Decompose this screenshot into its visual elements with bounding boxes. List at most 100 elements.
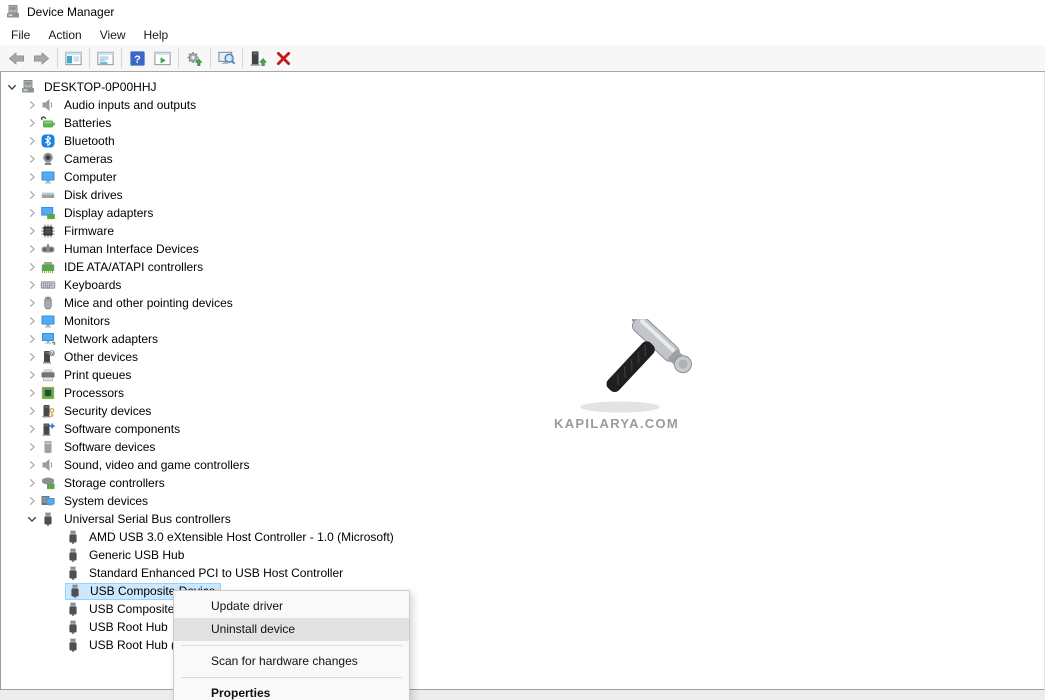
tree-item-usb-root-hub[interactable]: USB Root Hub [1, 618, 1044, 636]
chevron-right-icon[interactable] [24, 367, 40, 383]
tree-item-system-devices[interactable]: System devices [1, 492, 1044, 510]
system-device-icon [40, 493, 56, 509]
help-button[interactable] [125, 47, 150, 70]
chevron-down-icon[interactable] [24, 511, 40, 527]
tree-item-keyboards[interactable]: Keyboards [1, 276, 1044, 294]
tree-item-mice[interactable]: Mice and other pointing devices [1, 294, 1044, 312]
tree-item-usb-root-hub-30[interactable]: USB Root Hub (USB 3.0) [1, 636, 1044, 654]
hid-gamepad-icon [40, 241, 56, 257]
context-menu-properties[interactable]: Properties [174, 682, 409, 700]
chevron-right-icon[interactable] [24, 475, 40, 491]
chevron-right-icon[interactable] [24, 421, 40, 437]
tree-item-batteries[interactable]: Batteries [1, 114, 1044, 132]
context-menu-update-driver[interactable]: Update driver [174, 595, 409, 618]
chevron-right-icon[interactable] [24, 115, 40, 131]
chevron-right-icon[interactable] [24, 259, 40, 275]
menu-action[interactable]: Action [39, 26, 90, 44]
tree-item-cameras[interactable]: Cameras [1, 150, 1044, 168]
properties-button[interactable] [93, 47, 118, 70]
menu-help[interactable]: Help [135, 26, 178, 44]
context-menu: Update driver Uninstall device Scan for … [173, 590, 410, 700]
tree-item-computer-root[interactable]: DESKTOP-0P00HHJ [1, 78, 1044, 96]
chevron-right-icon[interactable] [24, 241, 40, 257]
chevron-right-icon[interactable] [24, 331, 40, 347]
speaker-icon [40, 457, 56, 473]
chevron-right-icon[interactable] [24, 313, 40, 329]
context-menu-scan-hardware-changes[interactable]: Scan for hardware changes [174, 650, 409, 673]
uninstall-device-button[interactable] [271, 47, 296, 70]
tree-item-software-devices[interactable]: Software devices [1, 438, 1044, 456]
tree-item-bluetooth[interactable]: Bluetooth [1, 132, 1044, 150]
mouse-icon [40, 295, 56, 311]
tree-item-standard-enhanced-pci[interactable]: Standard Enhanced PCI to USB Host Contro… [1, 564, 1044, 582]
chevron-right-icon[interactable] [24, 349, 40, 365]
tree-item-print-queues[interactable]: Print queues [1, 366, 1044, 384]
tree-item-software-components[interactable]: Software components [1, 420, 1044, 438]
tree-item-usb-composite-device-selected[interactable]: USB Composite Device [1, 582, 1044, 600]
tree-item-ide-controllers[interactable]: IDE ATA/ATAPI controllers [1, 258, 1044, 276]
tree-item-usb-controllers[interactable]: Universal Serial Bus controllers [1, 510, 1044, 528]
tree-item-human-interface-devices[interactable]: Human Interface Devices [1, 240, 1044, 258]
tree-item-generic-usb-hub[interactable]: Generic USB Hub [1, 546, 1044, 564]
forward-button[interactable] [29, 47, 54, 70]
tree-item-audio-inputs[interactable]: Audio inputs and outputs [1, 96, 1044, 114]
tree-item-storage-controllers[interactable]: Storage controllers [1, 474, 1044, 492]
console-tree-icon [64, 49, 83, 68]
menu-file[interactable]: File [2, 26, 39, 44]
action-pane-icon [153, 49, 172, 68]
chevron-right-icon[interactable] [24, 223, 40, 239]
toolbar-separator [121, 48, 122, 68]
forward-icon [32, 49, 51, 68]
tree-item-computer[interactable]: Computer [1, 168, 1044, 186]
show-action-pane-button[interactable] [150, 47, 175, 70]
chevron-down-icon[interactable] [4, 79, 20, 95]
chevron-right-icon[interactable] [24, 205, 40, 221]
security-key-icon [40, 403, 56, 419]
toolbar-separator [178, 48, 179, 68]
tree-item-processors[interactable]: Processors [1, 384, 1044, 402]
chevron-right-icon[interactable] [24, 457, 40, 473]
usb-icon [65, 637, 81, 653]
chevron-right-icon[interactable] [24, 385, 40, 401]
menu-view[interactable]: View [91, 26, 135, 44]
toolbar-separator [210, 48, 211, 68]
device-manager-icon [5, 4, 21, 20]
toolbar-separator [57, 48, 58, 68]
chevron-right-icon[interactable] [24, 295, 40, 311]
tree-item-network-adapters[interactable]: Network adapters [1, 330, 1044, 348]
device-manager-window: Device Manager File Action View Help [0, 0, 1045, 700]
back-button[interactable] [4, 47, 29, 70]
tree-item-other-devices[interactable]: Other devices [1, 348, 1044, 366]
tree-item-security-devices[interactable]: Security devices [1, 402, 1044, 420]
tree-item-sound-controllers[interactable]: Sound, video and game controllers [1, 456, 1044, 474]
show-console-tree-button[interactable] [61, 47, 86, 70]
tree-item-monitors[interactable]: Monitors [1, 312, 1044, 330]
chevron-right-icon[interactable] [24, 133, 40, 149]
context-menu-uninstall-device[interactable]: Uninstall device [174, 618, 409, 641]
help-icon [128, 49, 147, 68]
tree-item-disk-drives[interactable]: Disk drives [1, 186, 1044, 204]
chevron-right-icon[interactable] [24, 151, 40, 167]
computer-icon [20, 79, 36, 95]
chevron-right-icon[interactable] [24, 277, 40, 293]
tree-item-display-adapters[interactable]: Display adapters [1, 204, 1044, 222]
ide-controller-icon [40, 259, 56, 275]
chevron-right-icon[interactable] [24, 187, 40, 203]
usb-icon [65, 547, 81, 563]
chevron-right-icon[interactable] [24, 439, 40, 455]
chevron-right-icon[interactable] [24, 97, 40, 113]
scan-hardware-changes-button[interactable] [214, 47, 239, 70]
context-menu-separator [181, 677, 402, 678]
firmware-chip-icon [40, 223, 56, 239]
chevron-right-icon[interactable] [24, 403, 40, 419]
bluetooth-icon [40, 133, 56, 149]
tree-item-firmware[interactable]: Firmware [1, 222, 1044, 240]
tree-item-usb-composite-device-2[interactable]: USB Composite Device [1, 600, 1044, 618]
chevron-right-icon[interactable] [24, 169, 40, 185]
update-driver-software-button[interactable] [182, 47, 207, 70]
tree-item-amd-usb3-controller[interactable]: AMD USB 3.0 eXtensible Host Controller -… [1, 528, 1044, 546]
update-driver-button[interactable] [246, 47, 271, 70]
chevron-right-icon[interactable] [24, 493, 40, 509]
monitor-icon [40, 313, 56, 329]
device-tree: DESKTOP-0P00HHJ Audio inputs and outputs… [1, 72, 1044, 654]
